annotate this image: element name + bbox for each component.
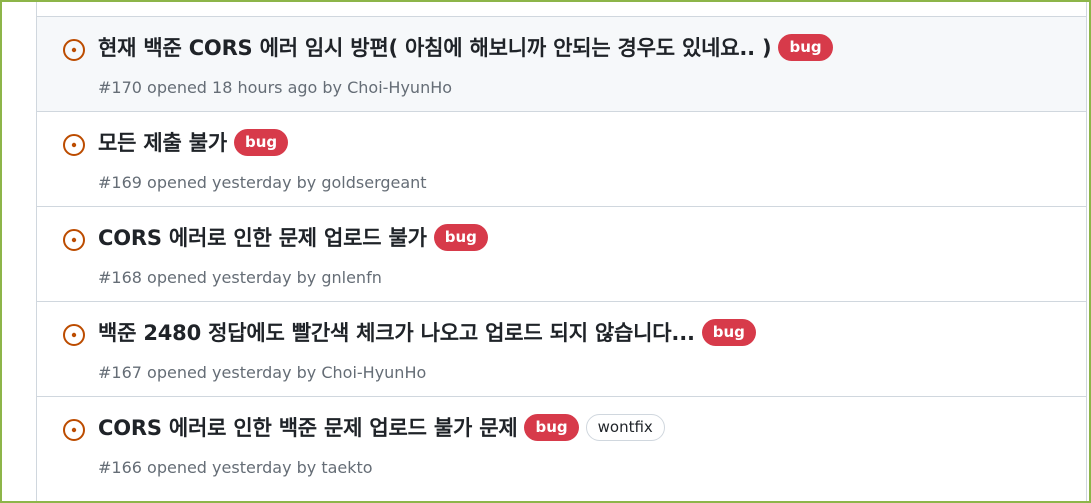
issue-meta: #167 opened yesterday by Choi-HyunHo bbox=[98, 363, 427, 382]
label-bug[interactable]: bug bbox=[701, 318, 756, 346]
issue-row[interactable]: CORS 에러로 인한 문제 업로드 불가 bug #168 opened ye… bbox=[37, 206, 1086, 301]
issue-title-link[interactable]: CORS 에러로 인한 백준 문제 업로드 불가 문제 bbox=[98, 412, 518, 442]
issue-title-line: CORS 에러로 인한 문제 업로드 불가 bug bbox=[98, 222, 1076, 252]
label-bug[interactable]: bug bbox=[233, 128, 289, 156]
issue-title-line: CORS 에러로 인한 백준 문제 업로드 불가 문제 bug wontfix bbox=[98, 412, 1076, 442]
issue-title-link[interactable]: CORS 에러로 인한 문제 업로드 불가 bbox=[98, 222, 427, 252]
issue-meta: #170 opened 18 hours ago by Choi-HyunHo bbox=[98, 78, 453, 97]
issue-meta: #166 opened yesterday by taekto bbox=[98, 458, 373, 477]
issue-opened-icon bbox=[63, 39, 85, 61]
issue-list: 현재 백준 CORS 에러 임시 방편( 아침에 해보니까 안되는 경우도 있네… bbox=[36, 0, 1087, 503]
issue-opened-icon bbox=[63, 134, 85, 156]
issue-row[interactable]: 백준 2480 정답에도 빨간색 체크가 나오고 업로드 되지 않습니다... … bbox=[37, 301, 1086, 396]
issue-row[interactable]: CORS 에러로 인한 백준 문제 업로드 불가 문제 bug wontfix … bbox=[37, 396, 1086, 491]
issue-meta: #169 opened yesterday by goldsergeant bbox=[98, 173, 427, 192]
label-wontfix[interactable]: wontfix bbox=[585, 413, 665, 441]
issue-title-line: 현재 백준 CORS 에러 임시 방편( 아침에 해보니까 안되는 경우도 있네… bbox=[98, 32, 1076, 62]
issue-row[interactable]: 모든 제출 불가 bug #169 opened yesterday by go… bbox=[37, 111, 1086, 206]
issue-title-link[interactable]: 현재 백준 CORS 에러 임시 방편( 아침에 해보니까 안되는 경우도 있네… bbox=[98, 32, 772, 62]
issue-opened-icon bbox=[63, 229, 85, 251]
label-bug[interactable]: bug bbox=[524, 413, 579, 441]
issue-title-line: 모든 제출 불가 bug bbox=[98, 127, 1076, 157]
issue-opened-icon bbox=[63, 324, 85, 346]
issue-title-line: 백준 2480 정답에도 빨간색 체크가 나오고 업로드 되지 않습니다... … bbox=[98, 317, 1076, 347]
issue-title-link[interactable]: 백준 2480 정답에도 빨간색 체크가 나오고 업로드 되지 않습니다... bbox=[98, 317, 695, 347]
issue-meta: #168 opened yesterday by gnlenfn bbox=[98, 268, 382, 287]
label-bug[interactable]: bug bbox=[433, 223, 488, 251]
issue-row[interactable]: 현재 백준 CORS 에러 임시 방편( 아침에 해보니까 안되는 경우도 있네… bbox=[37, 16, 1086, 111]
issue-opened-icon bbox=[63, 419, 85, 441]
label-bug[interactable]: bug bbox=[778, 33, 833, 61]
issue-title-link[interactable]: 모든 제출 불가 bbox=[98, 127, 227, 157]
